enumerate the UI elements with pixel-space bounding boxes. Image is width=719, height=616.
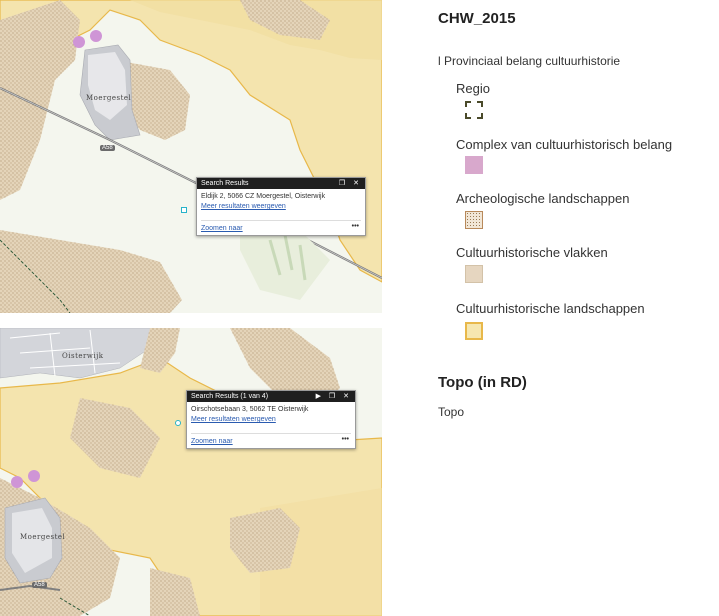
town-label-oisterwijk: Oisterwijk (62, 352, 104, 360)
more-results-link[interactable]: Meer resultaten weergeven (191, 416, 351, 423)
popup-window-controls[interactable]: ▶ ❐ ✕ (316, 391, 352, 402)
popup-title: Search Results (1 van 4) (191, 393, 269, 400)
popup-header: Search Results ❐ ✕ (197, 178, 365, 189)
archeologische-swatch-icon (465, 211, 483, 229)
legend-item-label: Archeologische landschappen (456, 191, 630, 206)
legend-item-label: Cultuurhistorische vlakken (456, 245, 608, 260)
complex-swatch-icon (465, 156, 483, 174)
legend-layer2-sub: Topo (438, 405, 465, 419)
road-label-a58: A58 (100, 145, 115, 151)
road-label-a58: A58 (32, 582, 47, 588)
complex-point (73, 36, 85, 48)
map-view-top[interactable]: Moergestel A58 Search Results ❐ ✕ Eldijk… (0, 0, 382, 313)
zoom-to-link[interactable]: Zoomen naar (201, 225, 361, 232)
search-result-marker[interactable] (175, 420, 181, 426)
legend-layer2-title: Topo (in RD) (438, 374, 527, 391)
more-options-icon[interactable]: ••• (342, 436, 349, 443)
map-canvas[interactable] (0, 328, 382, 616)
search-results-popup: Search Results (1 van 4) ▶ ❐ ✕ Oirschots… (186, 390, 356, 449)
map-view-bottom[interactable]: Oisterwijk Moergestel A58 Search Results… (0, 328, 382, 616)
legend-layer-title: CHW_2015 (438, 10, 516, 27)
complex-point (28, 470, 40, 482)
legend-item-label: Complex van cultuurhistorisch belang (456, 137, 673, 152)
town-label-moergestel: Moergestel (20, 533, 66, 541)
search-result-marker[interactable] (181, 207, 187, 213)
complex-point (11, 476, 23, 488)
vlakken-swatch-icon (465, 265, 483, 283)
map-canvas[interactable] (0, 0, 382, 313)
popup-title: Search Results (201, 180, 249, 187)
town-label-moergestel: Moergestel (86, 94, 132, 102)
search-results-popup: Search Results ❐ ✕ Eldijk 2, 5066 CZ Moe… (196, 177, 366, 236)
popup-header: Search Results (1 van 4) ▶ ❐ ✕ (187, 391, 355, 402)
regio-swatch-icon (465, 101, 483, 119)
legend-item-label: Cultuurhistorische landschappen (456, 301, 645, 316)
popup-address: Eldijk 2, 5066 CZ Moergestel, Oisterwijk (201, 193, 326, 200)
landschappen-swatch-icon (465, 322, 483, 340)
zoom-to-link[interactable]: Zoomen naar (191, 438, 351, 445)
more-results-link[interactable]: Meer resultaten weergeven (201, 203, 361, 210)
popup-window-controls[interactable]: ❐ ✕ (339, 178, 362, 189)
complex-point (90, 30, 102, 42)
legend-group-title: l Provinciaal belang cultuurhistorie (438, 54, 621, 68)
more-options-icon[interactable]: ••• (352, 223, 359, 230)
legend-item-label: Regio (456, 81, 490, 96)
popup-address: Oirschotsebaan 3, 5062 TE Oisterwijk (191, 406, 309, 413)
